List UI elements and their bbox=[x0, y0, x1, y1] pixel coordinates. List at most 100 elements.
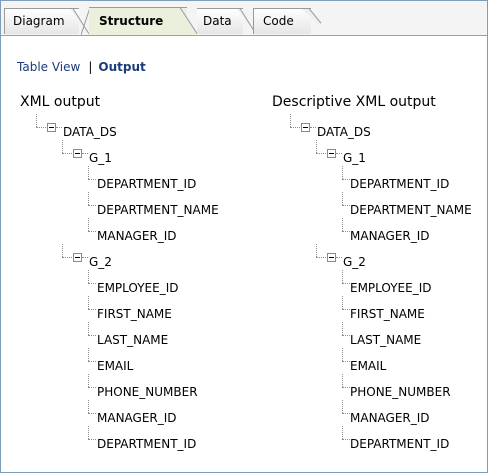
tree-line bbox=[82, 257, 88, 258]
tree-line bbox=[342, 218, 343, 231]
tab-diagram-label: Diagram bbox=[4, 8, 79, 34]
tree-leaf[interactable]: EMAIL bbox=[350, 359, 386, 373]
tree-node-g2[interactable]: G_2 bbox=[343, 255, 366, 269]
tree-line bbox=[88, 270, 89, 283]
tree-line bbox=[342, 322, 343, 335]
tree-line bbox=[342, 335, 350, 336]
tree-line bbox=[342, 374, 343, 387]
tree-line bbox=[62, 140, 63, 153]
tree-line bbox=[316, 244, 317, 257]
tree-line bbox=[342, 361, 350, 362]
tree-node-g2[interactable]: G_2 bbox=[89, 255, 112, 269]
tree-leaf[interactable]: LAST_NAME bbox=[350, 333, 421, 347]
tree-line bbox=[56, 127, 62, 128]
tree-line bbox=[88, 374, 89, 387]
tab-code-edge bbox=[301, 8, 321, 27]
tree-line bbox=[342, 270, 343, 283]
table-view-link[interactable]: Table View bbox=[17, 60, 80, 74]
tree-line bbox=[342, 426, 343, 439]
tree-leaf[interactable]: MANAGER_ID bbox=[97, 229, 177, 243]
tree-line bbox=[342, 439, 350, 440]
tree-line bbox=[342, 400, 343, 413]
tree-leaf[interactable]: EMAIL bbox=[97, 359, 133, 373]
tab-structure-edge bbox=[177, 7, 197, 35]
collapse-icon[interactable] bbox=[301, 123, 310, 132]
tree-leaf[interactable]: FIRST_NAME bbox=[350, 307, 425, 321]
tree-line bbox=[342, 413, 350, 414]
tree-line bbox=[88, 439, 96, 440]
collapse-icon[interactable] bbox=[327, 149, 336, 158]
tree-line bbox=[316, 140, 317, 153]
tree-leaf[interactable]: PHONE_NUMBER bbox=[350, 385, 451, 399]
tree-line bbox=[88, 309, 96, 310]
tree-line bbox=[342, 166, 343, 179]
tree-leaf[interactable]: DEPARTMENT_NAME bbox=[350, 203, 472, 217]
tree-line bbox=[336, 153, 342, 154]
tree-leaf[interactable]: LAST_NAME bbox=[97, 333, 168, 347]
tree-leaf[interactable]: DEPARTMENT_ID bbox=[350, 177, 449, 191]
tree-line bbox=[342, 205, 350, 206]
collapse-icon[interactable] bbox=[327, 253, 336, 262]
tree-line bbox=[36, 114, 37, 127]
tree-line bbox=[88, 387, 96, 388]
tree-leaf[interactable]: MANAGER_ID bbox=[350, 229, 430, 243]
tab-structure-label: Structure bbox=[89, 7, 187, 35]
tree-line bbox=[88, 283, 96, 284]
tree-line bbox=[342, 231, 350, 232]
tree-line bbox=[88, 426, 89, 439]
tree-line bbox=[290, 114, 291, 127]
tree-line bbox=[88, 322, 89, 335]
tree-node-g1[interactable]: G_1 bbox=[343, 151, 366, 165]
tree-line bbox=[88, 192, 89, 205]
tree-line bbox=[342, 309, 350, 310]
view-links: Table View | Output bbox=[17, 60, 146, 74]
tree-leaf[interactable]: EMPLOYEE_ID bbox=[350, 281, 432, 295]
tree-line bbox=[88, 400, 89, 413]
structure-panel: Diagram Structure Data Code Table View |… bbox=[0, 0, 488, 473]
tree-line bbox=[336, 257, 342, 258]
tree-line bbox=[310, 127, 316, 128]
collapse-icon[interactable] bbox=[47, 123, 56, 132]
tree-line bbox=[342, 283, 350, 284]
tree-line bbox=[342, 179, 350, 180]
tree-line bbox=[88, 296, 89, 309]
tree-line bbox=[88, 335, 96, 336]
tab-data[interactable]: Data bbox=[197, 8, 257, 34]
tab-strip: Diagram Structure Data Code bbox=[1, 1, 487, 36]
link-separator: | bbox=[88, 60, 93, 74]
tree-line bbox=[88, 205, 96, 206]
tab-diagram[interactable]: Diagram bbox=[4, 8, 90, 34]
tab-structure[interactable]: Structure bbox=[81, 7, 197, 35]
tree-line bbox=[88, 231, 96, 232]
tree-node-data-ds[interactable]: DATA_DS bbox=[317, 125, 371, 139]
tree-line bbox=[342, 296, 343, 309]
descriptive-xml-output-title: Descriptive XML output bbox=[272, 94, 436, 110]
tree-leaf[interactable]: MANAGER_ID bbox=[97, 411, 177, 425]
tree-line bbox=[342, 387, 350, 388]
tree-line bbox=[62, 244, 63, 257]
tree-line bbox=[88, 348, 89, 361]
tree-line bbox=[82, 153, 88, 154]
tree-line bbox=[342, 192, 343, 205]
tree-line bbox=[88, 166, 89, 179]
tree-line bbox=[88, 413, 96, 414]
collapse-icon[interactable] bbox=[73, 253, 82, 262]
tree-line bbox=[88, 361, 96, 362]
tree-leaf[interactable]: DEPARTMENT_ID bbox=[97, 177, 196, 191]
xml-output-title: XML output bbox=[20, 94, 101, 110]
tree-leaf[interactable]: DEPARTMENT_NAME bbox=[97, 203, 219, 217]
tree-leaf[interactable]: EMPLOYEE_ID bbox=[97, 281, 179, 295]
collapse-icon[interactable] bbox=[73, 149, 82, 158]
tree-node-g1[interactable]: G_1 bbox=[89, 151, 112, 165]
tree-leaf[interactable]: DEPARTMENT_ID bbox=[350, 437, 449, 451]
tree-line bbox=[88, 218, 89, 231]
tree-line bbox=[88, 179, 96, 180]
output-link[interactable]: Output bbox=[98, 60, 145, 74]
tree-line bbox=[342, 348, 343, 361]
tab-code[interactable]: Code bbox=[253, 8, 331, 34]
tree-leaf[interactable]: FIRST_NAME bbox=[97, 307, 172, 321]
tree-leaf[interactable]: MANAGER_ID bbox=[350, 411, 430, 425]
tree-leaf[interactable]: PHONE_NUMBER bbox=[97, 385, 198, 399]
tree-node-data-ds[interactable]: DATA_DS bbox=[63, 125, 117, 139]
tree-leaf[interactable]: DEPARTMENT_ID bbox=[97, 437, 196, 451]
